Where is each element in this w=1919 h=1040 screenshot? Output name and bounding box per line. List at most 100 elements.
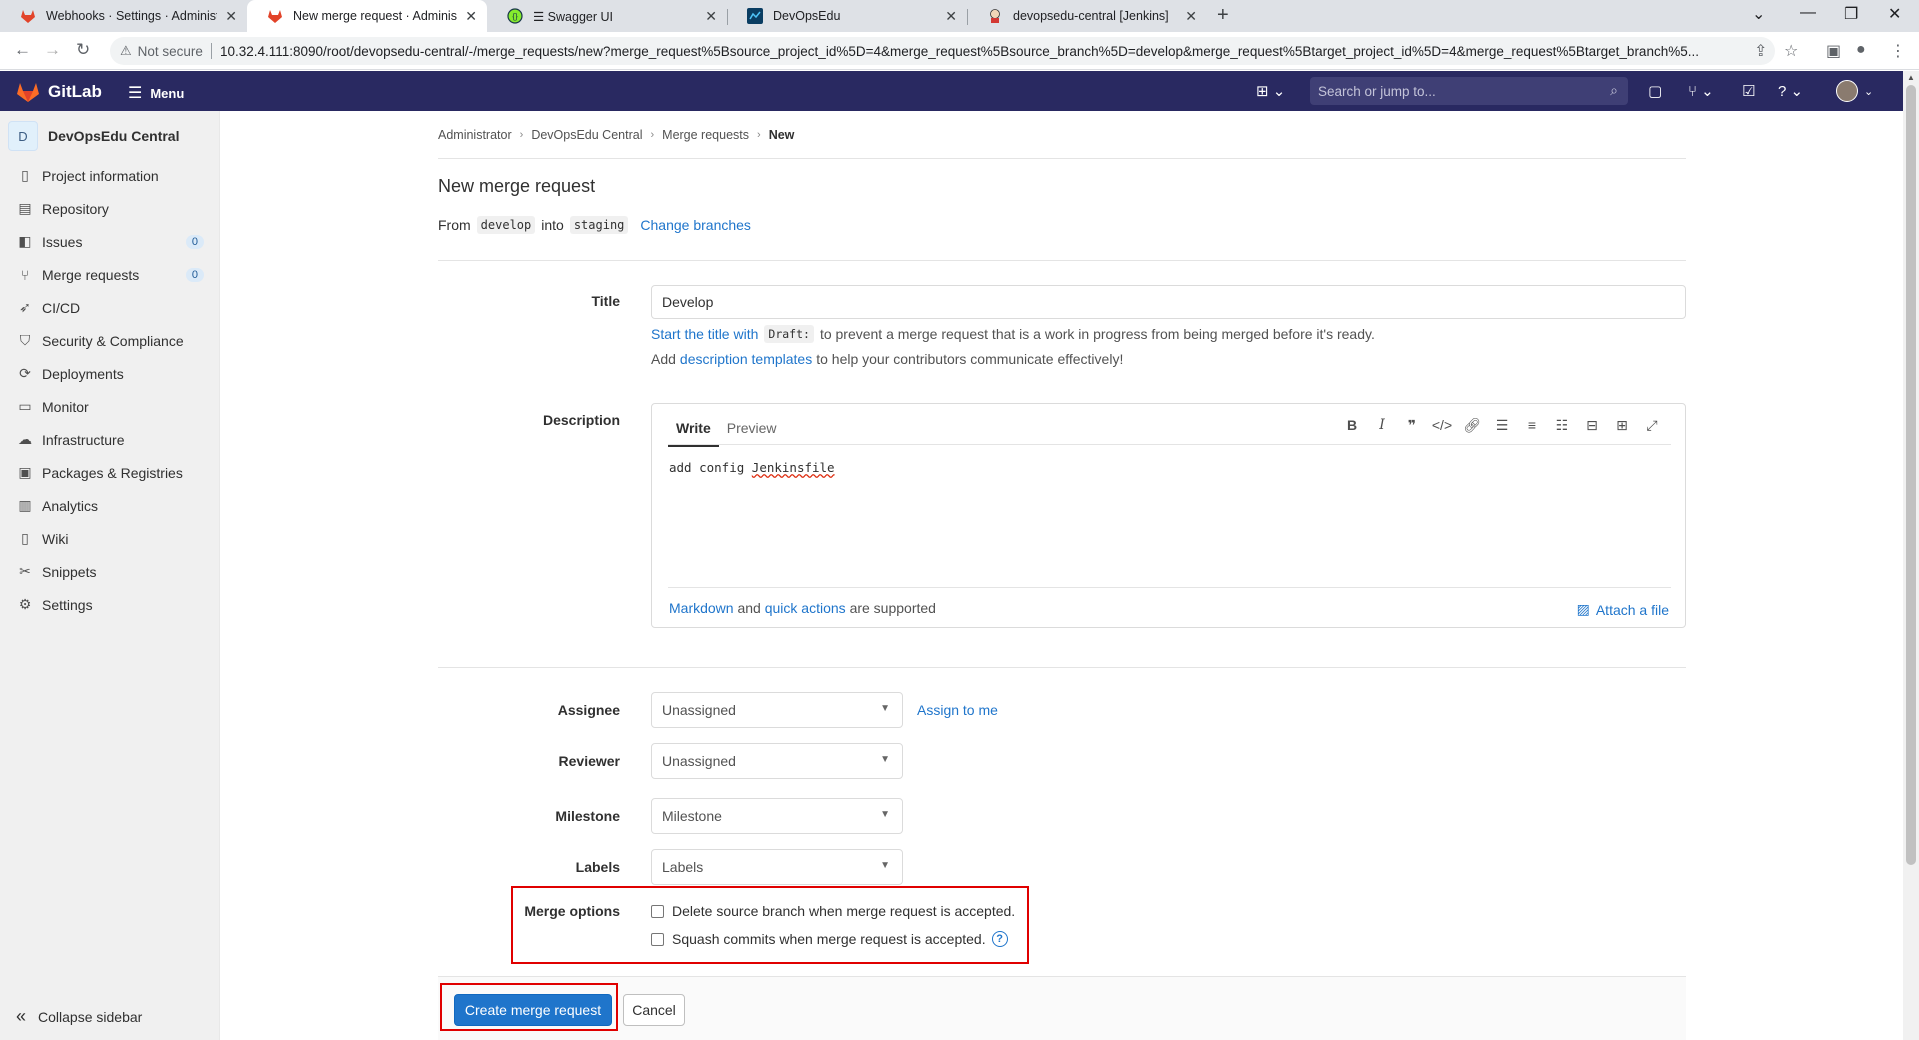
chart-icon: ▥ [18,497,32,513]
collapse-sidebar-button[interactable]: « Collapse sidebar [16,1006,142,1027]
browser-tab-webhooks[interactable]: Webhooks · Settings · Administra ✕ [0,0,247,32]
collapsible-icon[interactable]: ⊟ [1577,417,1607,434]
plus-square-icon[interactable]: ⊞ ⌄ [1256,82,1285,100]
breadcrumb-new: New [768,128,795,142]
description-templates-link[interactable]: description templates [680,351,812,367]
assignee-select[interactable]: Unassigned ▼ [651,692,903,728]
gitlab-header: GitLab ☰ Menu ⊞ ⌄ Search or jump to... ⌕… [0,71,1903,111]
chevron-down-icon[interactable]: ⌄ [1752,4,1765,24]
chevron-down-icon: ▼ [880,860,890,871]
reload-icon[interactable]: ↻ [76,40,90,60]
sidebar-item-security[interactable]: ⛉ Security & Compliance [0,324,220,357]
close-icon[interactable]: ✕ [945,8,957,25]
sidebar-item-infrastructure[interactable]: ☁ Infrastructure [0,423,220,456]
draft-hint-link[interactable]: Start the title with [651,326,758,342]
fullscreen-icon[interactable]: ⤢ [1637,417,1667,434]
italic-icon[interactable]: I [1367,417,1397,434]
todo-icon[interactable]: ☑ [1742,82,1755,100]
question-circle-icon[interactable]: ? [991,931,1008,947]
browser-tab-merge-request[interactable]: New merge request · Administrat ✕ [247,0,487,32]
markdown-link[interactable]: Markdown [669,600,734,616]
menu-button[interactable]: ☰ Menu [128,83,184,103]
checkbox-box[interactable] [651,904,664,918]
merge-request-icon[interactable]: ⑂ ⌄ [1688,82,1714,100]
page-scrollbar[interactable]: ▲ [1903,71,1919,1040]
chart-icon [747,8,763,24]
sidebar-item-issues[interactable]: ◧ Issues 0 [0,225,220,258]
sidebar-item-settings[interactable]: ⚙ Settings [0,588,220,621]
sidebar-item-packages[interactable]: ▣ Packages & Registries [0,456,220,489]
labels-select[interactable]: Labels ▼ [651,849,903,885]
reviewer-select[interactable]: Unassigned ▼ [651,743,903,779]
numbered-list-icon[interactable]: ≡ [1517,417,1547,434]
scroll-up-icon[interactable]: ▲ [1907,73,1915,82]
close-icon[interactable]: ✕ [225,8,237,25]
sidepanel-icon[interactable]: ▣ [1826,41,1841,61]
quick-actions-link[interactable]: quick actions [765,600,846,616]
breadcrumb-administrator[interactable]: Administrator [438,128,512,142]
milestone-select[interactable]: Milestone ▼ [651,798,903,834]
tab-write[interactable]: Write [668,416,719,447]
squash-commits-checkbox[interactable]: Squash commits when merge request is acc… [651,931,1008,947]
attach-file-button[interactable]: ▨ Attach a file [1577,601,1669,618]
quote-icon[interactable]: ❞ [1397,417,1427,434]
description-label: Description [542,412,620,428]
cancel-button[interactable]: Cancel [623,994,685,1026]
bold-icon[interactable]: B [1337,417,1367,434]
issues-icon: ◧ [18,233,32,249]
sidebar-item-monitor[interactable]: ▭ Monitor [0,390,220,423]
browser-tab-jenkins[interactable]: devopsedu-central [Jenkins] ✕ [967,0,1207,32]
url-bar[interactable]: ⚠ Not secure 10.32.4.111:8090/root/devop… [110,37,1775,65]
link-icon[interactable]: 🔗︎ [1457,417,1487,434]
issues-icon[interactable]: ▢ [1648,82,1662,100]
breadcrumb-project[interactable]: DevOpsEdu Central [531,128,642,142]
bullet-list-icon[interactable]: ☰ [1487,417,1517,434]
star-icon[interactable]: ☆ [1784,41,1798,61]
close-window-icon[interactable]: ✕ [1888,4,1901,24]
code-icon[interactable]: </> [1427,417,1457,434]
change-branches-link[interactable]: Change branches [640,217,751,233]
help-icon[interactable]: ? ⌄ [1778,82,1803,100]
restore-icon[interactable]: ❐ [1844,4,1858,24]
sidebar-project[interactable]: D DevOpsEdu Central [8,121,179,151]
minimize-icon[interactable]: — [1800,4,1816,22]
sidebar-item-cicd[interactable]: ➶ CI/CD [0,291,220,324]
new-tab-button[interactable]: + [1217,4,1229,27]
svg-text:{}: {} [512,12,518,21]
sidebar-item-project-information[interactable]: ▯ Project information [0,159,220,192]
chevron-right-icon: › [757,129,761,141]
profile-icon[interactable]: ● [1856,41,1866,59]
assign-to-me-link[interactable]: Assign to me [917,702,998,718]
close-icon[interactable]: ✕ [465,8,477,25]
scrollbar-thumb[interactable] [1906,85,1916,865]
hamburger-icon: ☰ [128,85,143,102]
create-merge-request-button[interactable]: Create merge request [454,994,612,1026]
delete-source-checkbox[interactable]: Delete source branch when merge request … [651,903,1015,919]
search-input[interactable]: Search or jump to... ⌕ [1310,77,1628,105]
sidebar-item-deployments[interactable]: ⟳ Deployments [0,357,220,390]
browser-tab-devopsedu[interactable]: DevOpsEdu ✕ [727,0,967,32]
sidebar-item-merge-requests[interactable]: ⑂ Merge requests 0 [0,258,220,291]
tab-preview[interactable]: Preview [719,416,785,447]
divider [438,667,1686,668]
close-icon[interactable]: ✕ [705,8,717,25]
close-icon[interactable]: ✕ [1185,8,1197,25]
chevron-down-icon[interactable]: ⌄ [1864,85,1873,98]
back-icon[interactable]: ← [14,40,31,60]
task-list-icon[interactable]: ☷ [1547,417,1577,434]
share-icon[interactable]: ⇪ [1754,41,1767,61]
sidebar-item-analytics[interactable]: ▥ Analytics [0,489,220,522]
sidebar-item-snippets[interactable]: ✂ Snippets [0,555,220,588]
table-icon[interactable]: ⊞ [1607,417,1637,434]
checkbox-box[interactable] [651,932,664,946]
sidebar-item-wiki[interactable]: ▯ Wiki [0,522,220,555]
gitlab-logo[interactable]: GitLab [16,81,102,103]
breadcrumb-merge-requests[interactable]: Merge requests [662,128,749,142]
description-textarea[interactable]: add config Jenkinsfile [669,460,835,475]
forward-icon[interactable]: → [44,40,61,60]
title-input[interactable]: Develop [651,285,1686,319]
sidebar-item-repository[interactable]: ▤ Repository [0,192,220,225]
browser-tab-swagger[interactable]: {} ☰ Swagger UI ✕ [487,0,727,32]
more-icon[interactable]: ⋮ [1890,41,1906,61]
avatar[interactable] [1836,80,1858,102]
